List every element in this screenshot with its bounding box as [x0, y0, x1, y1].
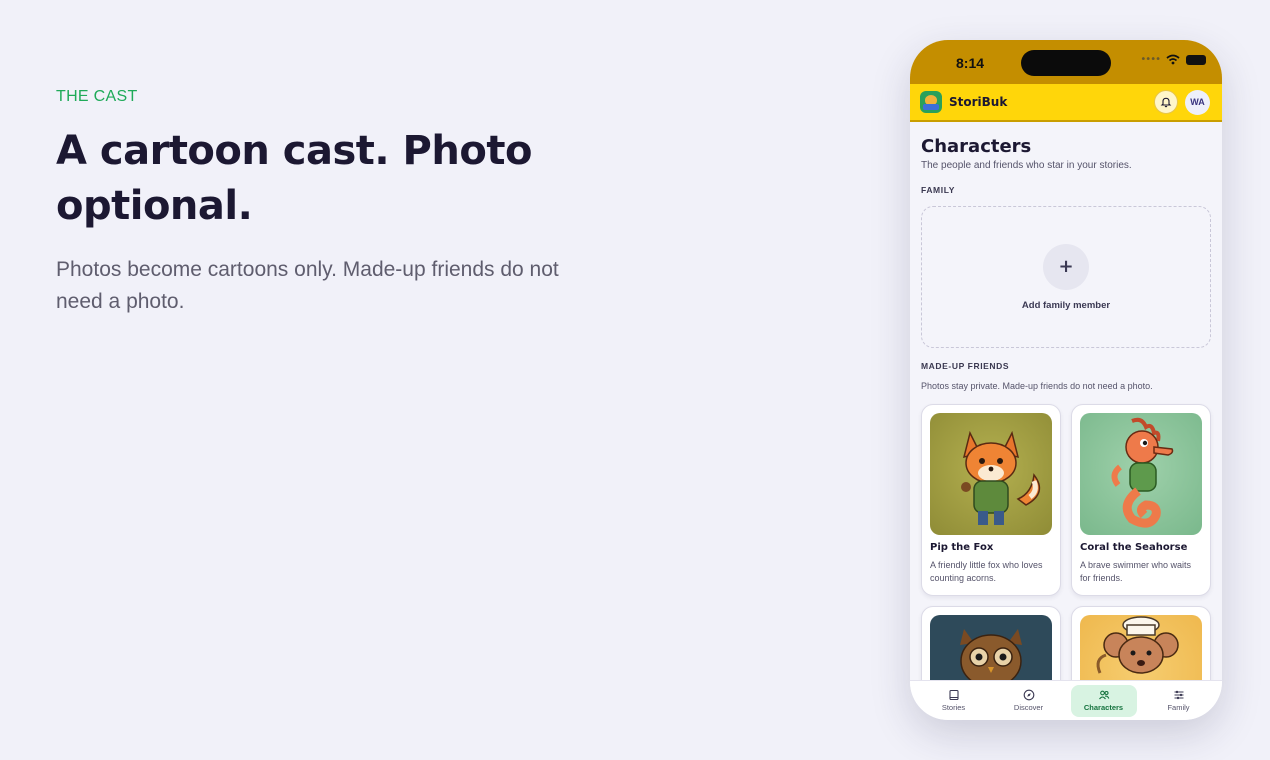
friends-privacy-note: Photos stay private. Made-up friends do …	[921, 381, 1153, 391]
add-family-member-label: Add family member	[1021, 299, 1111, 311]
fox-icon	[961, 430, 1041, 525]
mouse-chef-illustration	[1080, 615, 1202, 680]
people-icon	[1098, 690, 1109, 700]
page-title: Characters	[921, 136, 1032, 157]
character-description: A brave swimmer who waits for friends.	[1080, 560, 1192, 583]
app-brand: StoriBuk	[949, 95, 1008, 109]
status-bar: 8:14 ••••	[910, 40, 1222, 84]
phone-mockup: 8:14 •••• StoriBuk WA Characters The peo…	[910, 40, 1222, 720]
tab-label: Characters	[1083, 703, 1124, 712]
signal-icon: ••••	[1140, 54, 1161, 65]
character-name: Pip the Fox	[930, 542, 994, 553]
status-time: 8:14	[956, 55, 985, 71]
book-icon	[948, 689, 959, 701]
status-icons: ••••	[1140, 54, 1206, 65]
tab-label: Stories	[941, 703, 966, 712]
notifications-button[interactable]	[1154, 90, 1178, 114]
tab-stories[interactable]: Stories	[921, 685, 987, 717]
character-card-pip[interactable]: Pip the Fox A friendly little fox who lo…	[921, 404, 1061, 596]
character-card-mouse[interactable]	[1071, 606, 1211, 680]
tab-label: Family	[1167, 703, 1190, 712]
hero-section: THE CAST A cartoon cast. Photo optional.…	[56, 88, 576, 318]
bell-icon	[1160, 97, 1172, 108]
hero-headline: A cartoon cast. Photo optional.	[56, 128, 532, 229]
user-avatar[interactable]: WA	[1185, 89, 1210, 115]
character-card-owl[interactable]	[921, 606, 1061, 680]
wifi-icon	[1166, 54, 1180, 65]
add-family-member-card[interactable]: + Add family member	[921, 206, 1211, 348]
hero-subcopy: Photos become cartoons only. Made-up fri…	[56, 258, 559, 313]
owl-icon	[960, 629, 1022, 680]
page-subtitle: The people and friends who star in your …	[921, 160, 1132, 171]
bottom-tab-bar: Stories Discover Characters Family	[910, 680, 1222, 720]
character-name: Coral the Seahorse	[1080, 542, 1188, 553]
mouse-icon	[1096, 616, 1179, 674]
app-header: StoriBuk WA	[910, 84, 1222, 122]
character-description: A friendly little fox who loves counting…	[930, 560, 1043, 583]
eyebrow-label: THE CAST	[56, 88, 138, 105]
sliders-icon	[1174, 690, 1183, 700]
tab-family[interactable]: Family	[1146, 685, 1212, 717]
tab-characters[interactable]: Characters	[1070, 684, 1137, 717]
friends-section-label: MADE-UP FRIENDS	[921, 361, 1010, 371]
seahorse-illustration	[1080, 413, 1202, 535]
app-logo-icon[interactable]	[920, 91, 942, 113]
tab-discover[interactable]: Discover	[996, 685, 1062, 717]
friends-grid: Pip the Fox A friendly little fox who lo…	[921, 404, 1211, 680]
owl-illustration	[930, 615, 1052, 680]
tab-label: Discover	[1013, 703, 1044, 712]
plus-icon[interactable]: +	[1043, 243, 1089, 290]
seahorse-icon	[1111, 417, 1174, 528]
compass-icon	[1023, 689, 1034, 701]
fox-illustration	[930, 413, 1052, 535]
family-section-label: FAMILY	[921, 185, 955, 195]
dynamic-island	[1021, 50, 1111, 76]
battery-icon	[1186, 54, 1206, 65]
character-card-coral[interactable]: Coral the Seahorse A brave swimmer who w…	[1071, 404, 1211, 596]
characters-screen[interactable]: Characters The people and friends who st…	[910, 122, 1222, 680]
